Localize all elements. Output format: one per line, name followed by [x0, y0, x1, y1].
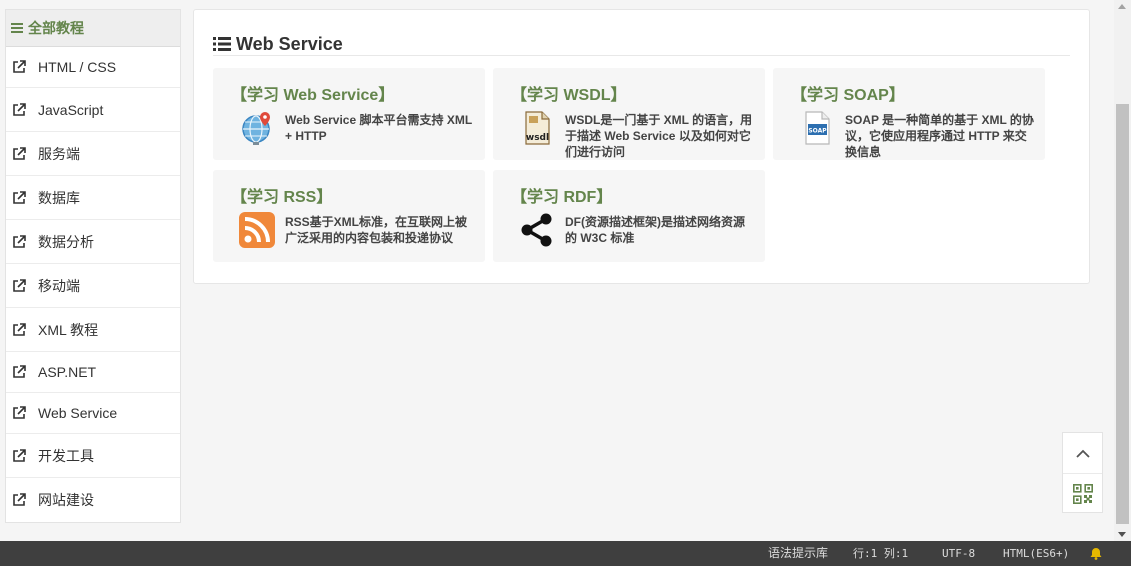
card-rss[interactable]: 【学习 RSS】 RSS基于XML标准，在互联网上被广泛采用的内容包装和投递协议 [213, 170, 485, 262]
card-rdf[interactable]: 【学习 RDF】 DF(资源描述框架)是描述网络资源的 W3C 标准 [493, 170, 765, 262]
bell-icon[interactable] [1090, 547, 1102, 560]
external-link-icon [13, 102, 26, 116]
encoding-indicator[interactable]: UTF-8 [942, 541, 975, 566]
scroll-down-arrow-icon[interactable] [1118, 532, 1126, 537]
rdf-share-icon [521, 213, 552, 247]
sidebar-item-javascript[interactable]: JavaScript [6, 88, 180, 132]
wsdl-file-icon: wsdl [525, 111, 550, 145]
card-wsdl[interactable]: 【学习 WSDL】 wsdl WSDL是一门基于 XML 的语言，用于描述 We… [493, 68, 765, 160]
card-description: WSDL是一门基于 XML 的语言，用于描述 Web Service 以及如何对… [565, 113, 753, 159]
globe-pin-icon [242, 112, 270, 145]
language-mode[interactable]: HTML(ES6+) [1003, 541, 1069, 566]
sidebar-item-label: 移动端 [38, 277, 80, 294]
chevron-up-icon [1075, 449, 1090, 458]
external-link-icon [13, 190, 26, 204]
sidebar-item-label: 服务端 [38, 145, 80, 162]
sidebar-header[interactable]: 全部教程 [6, 10, 180, 47]
external-link-icon [13, 278, 26, 292]
card-title: 【学习 RSS】 [231, 189, 333, 206]
content-panel: Web Service 【学习 Web Service】 Web Service… [193, 9, 1090, 284]
external-link-icon [13, 406, 26, 419]
sidebar-item-label: ASP.NET [38, 364, 97, 380]
external-link-icon [13, 322, 26, 336]
card-title: 【学习 SOAP】 [791, 87, 905, 104]
sidebar-header-label: 全部教程 [28, 20, 84, 36]
sidebar-item-label: 数据库 [38, 189, 80, 206]
card-title: 【学习 WSDL】 [511, 87, 627, 104]
scroll-up-arrow-icon[interactable] [1118, 4, 1126, 9]
qr-code-button[interactable] [1063, 474, 1102, 514]
cursor-position: 行:1 列:1 [853, 547, 909, 560]
sidebar-item-label: 网站建设 [38, 492, 94, 508]
sidebar-item-data-analysis[interactable]: 数据分析 [6, 220, 180, 264]
external-link-icon [13, 234, 26, 248]
external-link-icon [13, 146, 26, 160]
sidebar: 全部教程 HTML / CSS JavaScript 服务端 数据库 数据分析 … [5, 9, 181, 523]
external-link-icon [13, 60, 26, 73]
external-link-icon [13, 365, 26, 378]
sidebar-item-mobile[interactable]: 移动端 [6, 264, 180, 308]
sidebar-item-xml[interactable]: XML 教程 [6, 308, 180, 352]
sidebar-item-label: 数据分析 [38, 233, 94, 250]
card-description: Web Service 脚本平台需支持 XML + HTTP [285, 113, 472, 143]
sidebar-item-label: JavaScript [38, 101, 104, 118]
back-to-top-button[interactable] [1063, 433, 1102, 473]
rss-icon [239, 212, 275, 248]
sidebar-item-label: XML 教程 [38, 321, 99, 338]
floating-toolbar [1062, 432, 1103, 513]
section-heading: Web Service [213, 34, 1070, 56]
status-bar: 语法提示库 行:1 列:1 UTF-8 HTML(ES6+) [0, 541, 1131, 566]
sidebar-item-database[interactable]: 数据库 [6, 176, 180, 220]
sidebar-item-label: Web Service [38, 405, 118, 421]
qr-code-icon [1072, 484, 1093, 504]
scrollbar-thumb[interactable] [1116, 104, 1129, 524]
list-menu-icon [11, 23, 23, 33]
external-link-icon [13, 493, 26, 506]
soap-icon-text: SOAP [808, 128, 827, 135]
sidebar-item-site-building[interactable]: 网站建设 [6, 478, 180, 522]
sidebar-item-dev-tools[interactable]: 开发工具 [6, 434, 180, 478]
list-icon [213, 37, 231, 51]
card-description: SOAP 是一种简单的基于 XML 的协议，它使应用程序通过 HTTP 来交换信… [845, 113, 1034, 159]
sidebar-item-label: HTML / CSS [38, 59, 117, 75]
external-link-icon [13, 448, 26, 462]
sidebar-item-html-css[interactable]: HTML / CSS [6, 47, 180, 88]
page-title: Web Service [236, 34, 343, 54]
card-soap[interactable]: 【学习 SOAP】 SOAP SOAP 是一种简单的基于 XML 的协议，它使应… [773, 68, 1045, 160]
syntax-hint-library[interactable]: 语法提示库 [768, 541, 828, 566]
vertical-scrollbar[interactable] [1114, 0, 1131, 541]
card-description: DF(资源描述框架)是描述网络资源的 W3C 标准 [565, 215, 745, 245]
sidebar-item-web-service[interactable]: Web Service [6, 393, 180, 434]
card-web-service[interactable]: 【学习 Web Service】 Web Service 脚本平台需支持 XML… [213, 68, 485, 160]
sidebar-item-aspnet[interactable]: ASP.NET [6, 352, 180, 393]
card-title: 【学习 RDF】 [511, 189, 613, 206]
wsdl-icon-text: wsdl [526, 133, 549, 143]
card-title: 【学习 Web Service】 [231, 87, 395, 104]
soap-file-icon: SOAP [805, 111, 830, 145]
card-description: RSS基于XML标准，在互联网上被广泛采用的内容包装和投递协议 [285, 215, 468, 245]
sidebar-item-server[interactable]: 服务端 [6, 132, 180, 176]
sidebar-item-label: 开发工具 [38, 447, 94, 464]
